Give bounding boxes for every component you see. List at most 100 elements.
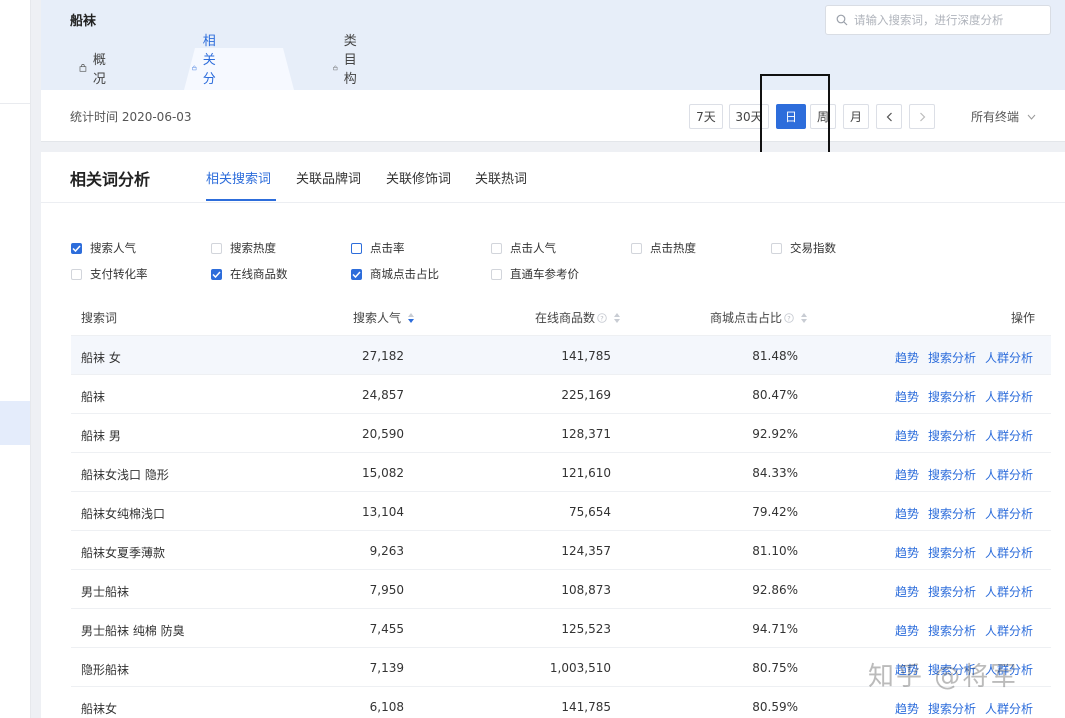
checkbox-unchecked[interactable] bbox=[211, 242, 222, 254]
trend-link[interactable]: 趋势 bbox=[895, 466, 919, 483]
search-analysis-link[interactable]: 搜索分析 bbox=[928, 427, 976, 444]
prev-button[interactable] bbox=[876, 104, 902, 129]
table-row: 船袜女 6,108 141,785 80.59% 趋势 搜索分析 人群分析 bbox=[71, 686, 1051, 718]
crowd-analysis-link[interactable]: 人群分析 bbox=[985, 700, 1033, 717]
checkbox-unchecked[interactable] bbox=[631, 242, 642, 254]
search-box[interactable] bbox=[825, 5, 1051, 35]
trend-link[interactable]: 趋势 bbox=[895, 349, 919, 366]
trend-link[interactable]: 趋势 bbox=[895, 700, 919, 717]
crowd-analysis-link[interactable]: 人群分析 bbox=[985, 505, 1033, 522]
next-button[interactable] bbox=[909, 104, 935, 129]
metric-checkbox-search-popularity[interactable]: 搜索人气 bbox=[71, 240, 136, 256]
metric-checkbox-online-items[interactable]: 在线商品数 bbox=[211, 266, 288, 282]
cell-mall-click-ratio: 79.42% bbox=[752, 505, 798, 519]
cell-mall-click-ratio: 80.59% bbox=[752, 700, 798, 714]
crowd-analysis-link[interactable]: 人群分析 bbox=[985, 544, 1033, 561]
search-icon bbox=[836, 14, 848, 26]
metric-label: 交易指数 bbox=[790, 241, 836, 255]
table-row: 船袜女浅口 隐形 15,082 121,610 84.33% 趋势 搜索分析 人… bbox=[71, 452, 1051, 491]
crowd-analysis-link[interactable]: 人群分析 bbox=[985, 622, 1033, 639]
subtab-related-search[interactable]: 相关搜索词 bbox=[206, 168, 271, 187]
header-label: 搜索人气 bbox=[353, 311, 402, 325]
cell-keyword: 男士船袜 bbox=[81, 585, 130, 599]
metric-checkbox-ztc-price[interactable]: 直通车参考价 bbox=[491, 266, 579, 282]
checkbox-checked[interactable] bbox=[211, 268, 222, 280]
header-popularity[interactable]: 搜索人气 bbox=[353, 309, 415, 326]
tab-overview[interactable]: 概况 bbox=[79, 46, 110, 90]
cell-keyword: 船袜女夏季薄款 bbox=[81, 546, 166, 560]
trend-link[interactable]: 趋势 bbox=[895, 505, 919, 522]
metric-checkbox-trade-index[interactable]: 交易指数 bbox=[771, 240, 836, 256]
search-analysis-link[interactable]: 搜索分析 bbox=[928, 349, 976, 366]
sort-icon[interactable] bbox=[613, 312, 621, 324]
sort-icon[interactable] bbox=[800, 312, 808, 324]
search-analysis-link[interactable]: 搜索分析 bbox=[928, 583, 976, 600]
period-30d-button[interactable]: 30天 bbox=[729, 104, 769, 129]
search-input[interactable] bbox=[854, 13, 1044, 27]
crowd-analysis-link[interactable]: 人群分析 bbox=[985, 466, 1033, 483]
trend-link[interactable]: 趋势 bbox=[895, 661, 919, 678]
crowd-analysis-link[interactable]: 人群分析 bbox=[985, 388, 1033, 405]
table-header: 搜索词 搜索人气 在线商品数 ? 商城点击占比 ? 操作 bbox=[71, 297, 1051, 335]
tab-category-composition[interactable]: 类目构成 bbox=[333, 34, 364, 106]
metric-label: 点击热度 bbox=[650, 241, 696, 255]
period-7d-button[interactable]: 7天 bbox=[689, 104, 723, 129]
cell-keyword: 船袜 bbox=[81, 390, 106, 404]
search-analysis-link[interactable]: 搜索分析 bbox=[928, 505, 976, 522]
help-icon[interactable]: ? bbox=[784, 312, 794, 323]
period-month-button[interactable]: 月 bbox=[843, 104, 869, 129]
nav-item-selected[interactable] bbox=[0, 401, 30, 445]
table-row: 隐形船袜 7,139 1,003,510 80.75% 趋势 搜索分析 人群分析 bbox=[71, 647, 1051, 686]
cell-popularity: 7,455 bbox=[369, 622, 404, 636]
checkbox-unchecked[interactable] bbox=[351, 242, 362, 254]
metric-checkbox-click-heat[interactable]: 点击热度 bbox=[631, 240, 696, 256]
crowd-analysis-link[interactable]: 人群分析 bbox=[985, 349, 1033, 366]
subtab-modifier-words[interactable]: 关联修饰词 bbox=[386, 168, 451, 187]
search-analysis-link[interactable]: 搜索分析 bbox=[928, 622, 976, 639]
crowd-analysis-link[interactable]: 人群分析 bbox=[985, 661, 1033, 678]
table-row: 男士船袜 纯棉 防臭 7,455 125,523 94.71% 趋势 搜索分析 … bbox=[71, 608, 1051, 647]
crowd-analysis-link[interactable]: 人群分析 bbox=[985, 583, 1033, 600]
search-analysis-link[interactable]: 搜索分析 bbox=[928, 700, 976, 717]
row-actions: 趋势 搜索分析 人群分析 bbox=[895, 427, 1033, 444]
metric-label: 支付转化率 bbox=[90, 267, 148, 281]
checkbox-unchecked[interactable] bbox=[491, 268, 502, 280]
period-week-button[interactable]: 周 bbox=[810, 104, 836, 129]
cell-online-items: 128,371 bbox=[561, 427, 611, 441]
help-icon[interactable]: ? bbox=[597, 312, 607, 323]
checkbox-checked[interactable] bbox=[351, 268, 362, 280]
trend-link[interactable]: 趋势 bbox=[895, 427, 919, 444]
trend-link[interactable]: 趋势 bbox=[895, 583, 919, 600]
header-online-items[interactable]: 在线商品数 ? bbox=[535, 309, 621, 326]
terminal-select[interactable]: 所有终端 bbox=[971, 108, 1036, 125]
sort-icon[interactable] bbox=[407, 312, 415, 324]
search-analysis-link[interactable]: 搜索分析 bbox=[928, 544, 976, 561]
search-analysis-link[interactable]: 搜索分析 bbox=[928, 661, 976, 678]
bag-icon bbox=[192, 65, 197, 71]
metric-checkbox-mall-click-ratio[interactable]: 商城点击占比 bbox=[351, 266, 439, 282]
subtab-brand-words[interactable]: 关联品牌词 bbox=[296, 168, 361, 187]
header-label: 商城点击占比 bbox=[710, 311, 783, 325]
metric-checkbox-click-rate[interactable]: 点击率 bbox=[351, 240, 405, 256]
keyword-header: 船袜 概况 相关分析 类目构成 统计时间 2020-06-03 7天 30天 日… bbox=[41, 0, 1065, 154]
trend-link[interactable]: 趋势 bbox=[895, 544, 919, 561]
crowd-analysis-link[interactable]: 人群分析 bbox=[985, 427, 1033, 444]
period-day-button[interactable]: 日 bbox=[776, 104, 806, 129]
header-mall-click-ratio[interactable]: 商城点击占比 ? bbox=[710, 309, 808, 326]
checkbox-checked[interactable] bbox=[71, 242, 82, 254]
tab-related-analysis[interactable]: 相关分析 bbox=[192, 34, 223, 106]
subtab-hot-words[interactable]: 关联热词 bbox=[475, 168, 527, 187]
trend-link[interactable]: 趋势 bbox=[895, 622, 919, 639]
metric-checkbox-search-heat[interactable]: 搜索热度 bbox=[211, 240, 276, 256]
checkbox-unchecked[interactable] bbox=[491, 242, 502, 254]
chevron-right-icon bbox=[919, 112, 925, 121]
checkbox-unchecked[interactable] bbox=[71, 268, 82, 280]
checkbox-unchecked[interactable] bbox=[771, 242, 782, 254]
search-analysis-link[interactable]: 搜索分析 bbox=[928, 466, 976, 483]
row-actions: 趋势 搜索分析 人群分析 bbox=[895, 700, 1033, 717]
search-analysis-link[interactable]: 搜索分析 bbox=[928, 388, 976, 405]
metric-checkbox-pay-conversion[interactable]: 支付转化率 bbox=[71, 266, 148, 282]
metric-checkbox-click-popularity[interactable]: 点击人气 bbox=[491, 240, 556, 256]
trend-link[interactable]: 趋势 bbox=[895, 388, 919, 405]
metric-label: 直通车参考价 bbox=[510, 267, 579, 281]
